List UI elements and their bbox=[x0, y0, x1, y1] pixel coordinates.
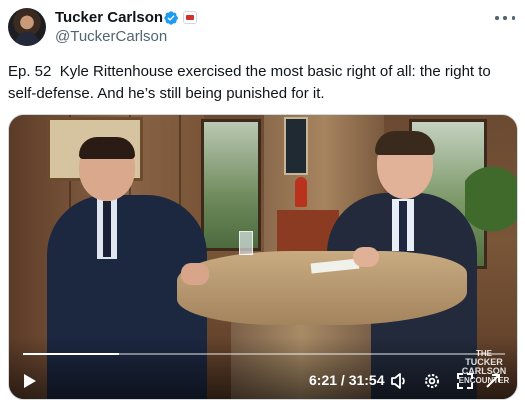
pip-icon[interactable] bbox=[483, 371, 503, 391]
water-glass bbox=[239, 231, 253, 255]
tweet-header: Tucker Carlson @TuckerCarlson bbox=[8, 6, 517, 46]
more-dot bbox=[511, 16, 515, 20]
volume-icon[interactable] bbox=[389, 371, 409, 391]
lamp bbox=[295, 177, 307, 207]
framed-picture bbox=[284, 117, 308, 175]
video-progress-fill bbox=[23, 353, 119, 355]
video-progress-bar[interactable] bbox=[23, 353, 505, 355]
more-options-icon[interactable] bbox=[495, 10, 515, 26]
guest-hair bbox=[79, 137, 135, 159]
author-handle[interactable]: @TuckerCarlson bbox=[55, 28, 167, 45]
host-hands bbox=[353, 247, 379, 267]
tweet-text: Ep. 52 Kyle Rittenhouse exercised the mo… bbox=[8, 63, 491, 102]
video-time: 6:21 / 31:54 bbox=[309, 372, 385, 388]
play-icon[interactable] bbox=[23, 373, 37, 389]
more-dot bbox=[495, 16, 499, 20]
affiliation-badge-icon[interactable] bbox=[183, 11, 197, 24]
more-dot bbox=[503, 16, 507, 20]
settings-gear-icon[interactable] bbox=[422, 371, 442, 391]
video-player[interactable]: 6:21 / 31:54 THE TUCKER CARLSON ENCOUNTE… bbox=[8, 114, 518, 400]
host-tie bbox=[399, 201, 407, 251]
guest-tie bbox=[103, 201, 111, 257]
verified-badge-icon bbox=[164, 11, 178, 25]
author-name[interactable]: Tucker Carlson bbox=[55, 9, 163, 26]
host-hair bbox=[375, 131, 435, 155]
avatar[interactable] bbox=[8, 8, 46, 46]
guest-hands bbox=[181, 263, 209, 285]
fullscreen-icon[interactable] bbox=[455, 371, 475, 391]
